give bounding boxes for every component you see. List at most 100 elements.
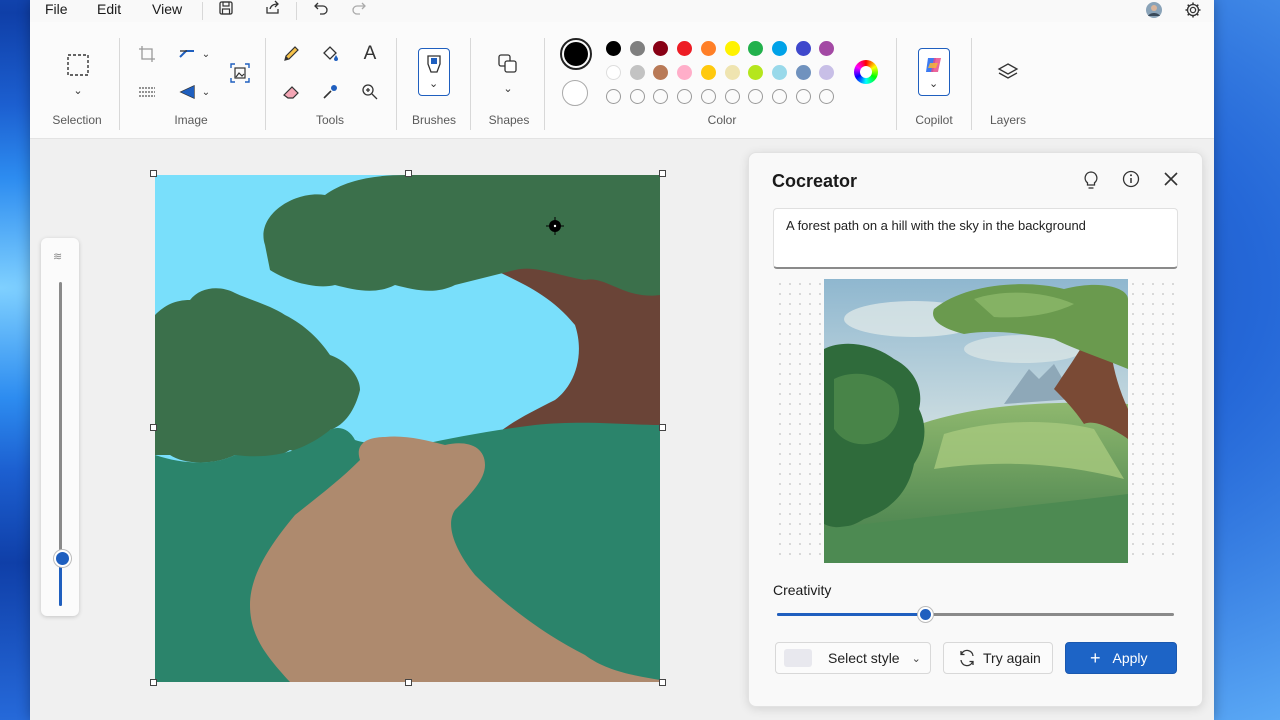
- group-label-tools: Tools: [315, 113, 344, 127]
- magnifier-icon[interactable]: [358, 80, 382, 104]
- layers-icon[interactable]: [996, 60, 1020, 84]
- color-swatch[interactable]: [748, 41, 764, 56]
- chevron-down-icon[interactable]: ⌄: [194, 80, 218, 104]
- zoom-slider-track[interactable]: [54, 282, 71, 606]
- color-swatch[interactable]: [606, 41, 621, 56]
- color-swatch[interactable]: [677, 65, 693, 80]
- drawing-canvas[interactable]: [155, 175, 660, 682]
- color-swatch[interactable]: [819, 41, 835, 56]
- undo-icon[interactable]: [313, 0, 329, 20]
- secondary-color-swatch[interactable]: [562, 80, 588, 106]
- menu-edit[interactable]: Edit: [97, 1, 121, 17]
- custom-color-slot[interactable]: [748, 89, 764, 104]
- custom-color-slot[interactable]: [795, 89, 811, 104]
- info-icon[interactable]: [1122, 170, 1140, 193]
- remove-background-icon[interactable]: [135, 80, 159, 104]
- selection-rectangle-icon[interactable]: [65, 52, 91, 78]
- plus-icon: +: [1090, 648, 1101, 668]
- custom-color-slot[interactable]: [629, 89, 645, 104]
- group-label-color: Color: [707, 113, 737, 127]
- color-swatch[interactable]: [724, 65, 740, 80]
- custom-color-slot[interactable]: [771, 89, 787, 104]
- custom-color-slot[interactable]: [724, 89, 740, 104]
- lightbulb-icon[interactable]: [1082, 170, 1100, 195]
- resize-handle[interactable]: [405, 679, 412, 686]
- color-swatch[interactable]: [700, 65, 716, 80]
- select-style-button[interactable]: Select style ⌄: [775, 642, 931, 674]
- custom-color-slot[interactable]: [819, 89, 835, 104]
- crop-icon[interactable]: [135, 42, 159, 66]
- resize-handle[interactable]: [405, 170, 412, 177]
- resize-handle[interactable]: [150, 170, 157, 177]
- divider: [296, 2, 297, 20]
- copilot-button[interactable]: ⌄: [918, 48, 950, 96]
- color-swatch[interactable]: [771, 65, 787, 80]
- copilot-icon: [926, 58, 941, 72]
- resize-handle[interactable]: [659, 424, 666, 431]
- eraser-icon[interactable]: [279, 80, 303, 104]
- try-again-label: Try again: [983, 650, 1041, 666]
- chevron-down-icon: ⌄: [429, 78, 439, 90]
- color-swatch[interactable]: [748, 65, 764, 80]
- resize-handle[interactable]: [150, 679, 157, 686]
- primary-color-button[interactable]: [560, 38, 592, 70]
- color-picker-icon[interactable]: [318, 80, 342, 104]
- prompt-text: A forest path on a hill with the sky in …: [786, 218, 1086, 233]
- text-icon[interactable]: A: [358, 42, 382, 66]
- zoom-slider-thumb[interactable]: [54, 550, 71, 568]
- menu-bar: File Edit View: [30, 0, 1214, 22]
- ribbon-toolbar: ⌄ Selection ⌄ ⌄ Image A Tools ⌄ Brushes …: [30, 22, 1214, 139]
- creativity-slider-thumb[interactable]: [917, 607, 933, 622]
- menu-view[interactable]: View: [152, 1, 182, 17]
- chevron-down-icon: ⌄: [911, 652, 921, 665]
- close-icon[interactable]: [1163, 171, 1179, 192]
- generated-image-preview[interactable]: [824, 279, 1128, 563]
- edit-colors-icon[interactable]: [854, 60, 878, 84]
- color-swatch[interactable]: [724, 41, 740, 56]
- fill-bucket-icon[interactable]: [318, 42, 342, 66]
- gear-icon[interactable]: [1184, 1, 1202, 23]
- color-swatch[interactable]: [795, 65, 811, 80]
- group-label-layers: Layers: [989, 113, 1027, 127]
- brushes-button[interactable]: ⌄: [418, 48, 450, 96]
- custom-color-slot[interactable]: [700, 89, 716, 104]
- apply-label: Apply: [1112, 650, 1148, 666]
- share-icon[interactable]: [264, 0, 281, 20]
- color-swatch[interactable]: [629, 41, 645, 56]
- custom-color-slot[interactable]: [653, 89, 669, 104]
- divider: [265, 38, 266, 130]
- save-icon[interactable]: [218, 0, 234, 20]
- image-creator-icon[interactable]: [227, 60, 253, 86]
- apply-button[interactable]: + Apply: [1065, 642, 1177, 674]
- resize-handle[interactable]: [659, 679, 666, 686]
- try-again-button[interactable]: Try again: [943, 642, 1053, 674]
- color-swatch[interactable]: [771, 41, 787, 56]
- pencil-icon[interactable]: [279, 42, 303, 66]
- resize-handle[interactable]: [150, 424, 157, 431]
- brush-icon: [427, 55, 441, 73]
- chevron-down-icon[interactable]: ⌄: [496, 76, 520, 100]
- creativity-slider-fill: [777, 613, 924, 616]
- chevron-down-icon[interactable]: ⌄: [194, 42, 218, 66]
- menu-file[interactable]: File: [45, 1, 68, 17]
- chevron-down-icon[interactable]: ⌄: [66, 78, 90, 102]
- color-swatch[interactable]: [795, 41, 811, 56]
- color-swatch[interactable]: [700, 41, 716, 56]
- avatar[interactable]: [1145, 1, 1163, 23]
- color-swatch[interactable]: [819, 65, 835, 80]
- paint-window: File Edit View ⌄ Selection ⌄ ⌄ Image A T…: [30, 0, 1214, 720]
- color-swatch[interactable]: [653, 65, 669, 80]
- creativity-slider-track[interactable]: [777, 607, 1174, 622]
- redo-icon[interactable]: [351, 0, 367, 20]
- prompt-input[interactable]: A forest path on a hill with the sky in …: [773, 208, 1178, 269]
- primary-color-swatch: [564, 42, 588, 66]
- canvas-drawing: [155, 175, 660, 682]
- custom-color-slot[interactable]: [677, 89, 693, 104]
- shapes-icon[interactable]: [496, 52, 520, 76]
- custom-color-slot[interactable]: [606, 89, 621, 104]
- color-swatch[interactable]: [606, 65, 621, 80]
- resize-handle[interactable]: [659, 170, 666, 177]
- color-swatch[interactable]: [677, 41, 693, 56]
- color-swatch[interactable]: [653, 41, 669, 56]
- color-swatch[interactable]: [629, 65, 645, 80]
